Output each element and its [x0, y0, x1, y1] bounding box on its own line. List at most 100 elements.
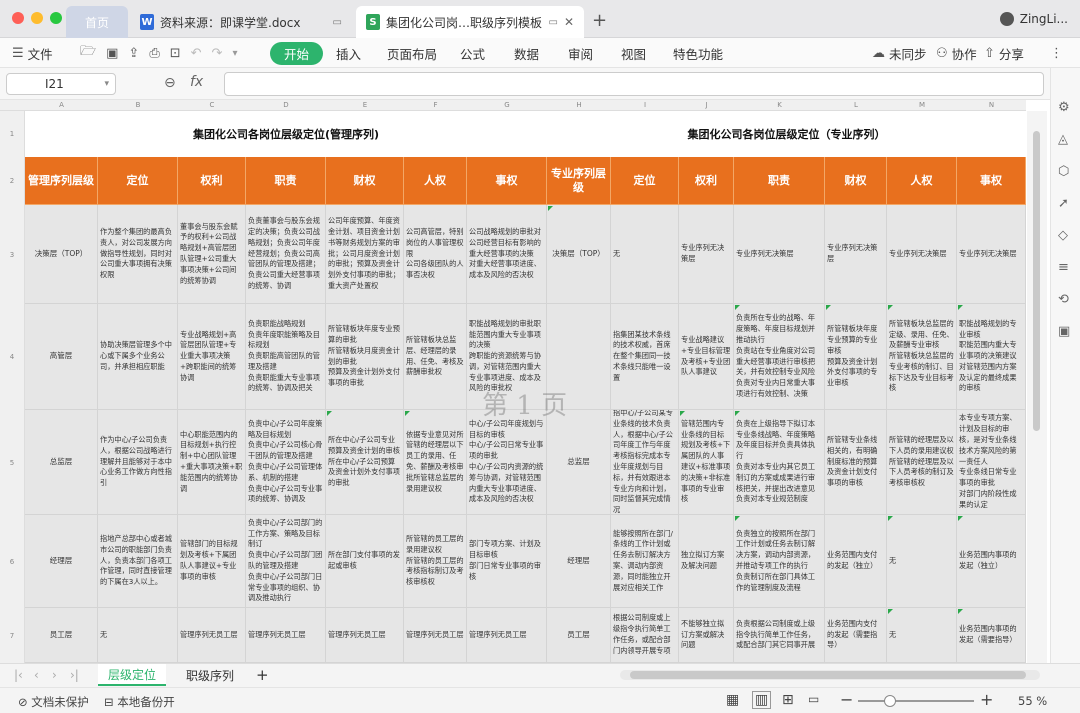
export-icon[interactable]: ⇪	[128, 46, 139, 61]
cube-icon[interactable]: ⬡	[1058, 164, 1069, 179]
table-cell[interactable]: 所管辖专业条线相关的，有明确制度标准的预算及资金计划支付事项的审核	[825, 410, 887, 515]
column-header[interactable]: E	[326, 100, 404, 111]
collab-button[interactable]: ⚇ 协作	[936, 38, 977, 68]
tab-review[interactable]: 审阅	[568, 38, 593, 68]
table-cell[interactable]: 管理序列无员工层	[467, 608, 547, 663]
table-cell[interactable]: 专业序列无决策层	[734, 205, 825, 304]
table-cell[interactable]: 管理序列无员工层	[246, 608, 326, 663]
page-view-icon[interactable]: ▥	[752, 691, 772, 709]
table-cell[interactable]: 公司战略规划的审批对公司经营目标有影响的重大经营事项的决策 对重大经营事项进度、…	[467, 205, 547, 304]
table-cell[interactable]: 负责董事会与股东会规定的决策；负责公司战略规划；负责公司年度经营规划；负责公司高…	[246, 205, 326, 304]
table-cell[interactable]: 指地产总部中心或者城市公司的职能部门负责人，负责本部门各项工作管理，同时直接管理…	[98, 515, 178, 608]
table-cell[interactable]: 员工层	[547, 608, 611, 663]
table-cell[interactable]: 专业序列无决策层	[679, 205, 734, 304]
row-header[interactable]: 5	[0, 410, 25, 515]
table-cell[interactable]: 业务范围内事项的发起（需要指导）	[957, 608, 1026, 663]
cursor-icon[interactable]: ➚	[1058, 196, 1069, 211]
table-cell[interactable]: 决策层（TOP）	[547, 205, 611, 304]
table-cell[interactable]: 作为整个集团的最高负责人，对公司发展方向做指导性规划，同时对公司重大事项拥有决策…	[98, 205, 178, 304]
column-header[interactable]: N	[957, 100, 1026, 111]
table-cell[interactable]: 不能够独立拟订方案或解决问题	[679, 608, 734, 663]
row-header[interactable]: 6	[0, 515, 25, 608]
table-cell[interactable]: 总监层	[547, 410, 611, 515]
table-header-cell[interactable]: 事权	[957, 157, 1026, 205]
sheet-tab-rank[interactable]: 职级序列	[176, 664, 244, 686]
table-header-cell[interactable]: 定位	[611, 157, 679, 205]
column-header[interactable]: D	[246, 100, 326, 111]
row-header[interactable]: 4	[0, 304, 25, 410]
undo-icon[interactable]: ↶	[191, 46, 202, 61]
layout-view-icon[interactable]: ⊞	[782, 692, 794, 708]
tab-formula[interactable]: 公式	[460, 38, 485, 68]
shape-icon[interactable]: ◇	[1058, 228, 1068, 243]
table-cell[interactable]: 业务范围内支付的发起（独立）	[825, 515, 887, 608]
table-cell[interactable]: 依据专业意见对所管辖的经理层以下员工的录用、任免、薪酬及考核审批所管辖总监层的录…	[404, 410, 467, 515]
table-cell[interactable]: 专业序列无决策层	[825, 205, 887, 304]
table-cell[interactable]: 所管辖板块年度专业预算的专业审核 预算及资金计划外支付事项的专业审核	[825, 304, 887, 410]
table-header-cell[interactable]: 权利	[178, 157, 246, 205]
table-cell[interactable]: 指中心/子公司某专业条线的技术负责人，根据中心/子公司年度工作与年度考核指标完成…	[611, 410, 679, 515]
table-header-cell[interactable]: 职责	[246, 157, 326, 205]
table-cell[interactable]: 董事会与股东会赋予的权利+公司战略规划+高管层团队管理+公司重大事项决策+公司间…	[178, 205, 246, 304]
tab-view[interactable]: 视图	[621, 38, 646, 68]
user-account[interactable]: ZingLi...	[999, 12, 1068, 26]
backup-status[interactable]: ⊟ 本地备份开	[104, 694, 175, 710]
table-cell[interactable]: 员工层	[25, 608, 98, 663]
sliders-icon[interactable]: ≡	[1058, 260, 1069, 275]
table-cell[interactable]: 业务范围内支付的发起（需要指导）	[825, 608, 887, 663]
maximize-window-button[interactable]	[50, 12, 62, 24]
table-cell[interactable]: 专业战略规划+高管层团队管理+专业重大事项决策+跨职能间的统筹协调	[178, 304, 246, 410]
table-cell[interactable]: 无	[887, 515, 957, 608]
tab-home[interactable]: 首页	[66, 6, 128, 38]
table-cell[interactable]: 管辖范围内专业条线的目标规划及考核+下属团队的人事建议+标准事项的决策+非标准事…	[679, 410, 734, 515]
table-cell[interactable]: 专业序列无决策层	[957, 205, 1026, 304]
sheet-tab-level[interactable]: 层级定位	[98, 664, 167, 686]
column-header[interactable]: I	[611, 100, 679, 111]
reading-view-icon[interactable]: ▭	[808, 692, 819, 706]
row-header[interactable]: 3	[0, 205, 25, 304]
table-cell[interactable]: 管辖部门的目标规划及考核+下属团队人事建议+专业事项的审核	[178, 515, 246, 608]
table-cell[interactable]: 无	[98, 608, 178, 663]
normal-view-icon[interactable]: ▦	[726, 692, 739, 708]
name-box[interactable]: I21 ▾	[6, 73, 116, 95]
column-header[interactable]: B	[98, 100, 178, 111]
column-header[interactable]: G	[467, 100, 547, 111]
table-cell[interactable]: 负责职能战略规划 负责年度职能策略及目标规划 负责职能高管团队的管理及搭建 负责…	[246, 304, 326, 410]
table-cell[interactable]: 无	[611, 205, 679, 304]
vertical-scroll-thumb[interactable]	[1033, 131, 1040, 431]
table-cell[interactable]: 负责所在专业的战略、年度策略、年度目标规划并推动执行 负责站在专业角度对公司重大…	[734, 304, 825, 410]
sync-status[interactable]: ☁ 未同步	[872, 38, 927, 68]
table-cell[interactable]: 公司年度预算、年度资金计划、项目资金计划书等财务规划方案的审批；公司月度资金计划…	[326, 205, 404, 304]
image-icon[interactable]: ▣	[1058, 324, 1070, 339]
table-cell[interactable]: 管理序列无员工层	[404, 608, 467, 663]
more-options-icon[interactable]: ⋮	[1050, 38, 1063, 68]
table-cell[interactable]: 管理序列无员工层	[326, 608, 404, 663]
table-cell[interactable]: 专业战略建议+专业目标管理及考核+专业团队人事建议	[679, 304, 734, 410]
table-header-cell[interactable]: 职责	[734, 157, 825, 205]
column-header[interactable]: M	[887, 100, 957, 111]
zoom-in-button[interactable]: +	[980, 690, 993, 709]
table-cell[interactable]: 公司高管层，特别岗位的人事管理权限 公司各级团队的人事否决权	[404, 205, 467, 304]
formula-input[interactable]	[224, 72, 1044, 96]
tab-features[interactable]: 特色功能	[673, 38, 723, 68]
table-header-cell[interactable]: 专业序列层级	[547, 157, 611, 205]
table-cell[interactable]: 所管辖板块总监层的定级、录用、任免、及薪酬专业审核 所管辖板块总监层的专业考核的…	[887, 304, 957, 410]
last-sheet-icon[interactable]: ›|	[60, 664, 89, 686]
table-cell[interactable]: 经理层	[547, 515, 611, 608]
row-header[interactable]: 7	[0, 608, 25, 663]
column-header[interactable]: L	[825, 100, 887, 111]
zoom-search-icon[interactable]: ⊖	[164, 75, 176, 91]
table-cell[interactable]: 协助决策层管理多个中心或下属多个业务公司，并承担相应职能	[98, 304, 178, 410]
table-header-cell[interactable]: 财权	[825, 157, 887, 205]
table-cell[interactable]: 无	[887, 608, 957, 663]
zoom-slider-handle[interactable]	[884, 695, 896, 707]
table-cell[interactable]: 总监层	[25, 410, 98, 515]
column-header[interactable]: A	[25, 100, 98, 111]
table-cell[interactable]: 业务范围内事项的发起（独立）	[957, 515, 1026, 608]
table-header-cell[interactable]: 人权	[404, 157, 467, 205]
table-cell[interactable]: 能够按照所在部门/条线的工作计划或任务去制订解决方案、调动内部资源，同时能独立开…	[611, 515, 679, 608]
table-cell[interactable]: 负责在上级指导下拟订本专业条线战略、年度策略及年度目标并负责具体执行 负责对本专…	[734, 410, 825, 515]
file-menu[interactable]: ☰ 文件	[12, 38, 53, 68]
table-cell[interactable]: 中心/子公司年度规划与目标的审核 中心/子公司日常专业事项的审批 中心/子公司内…	[467, 410, 547, 515]
table-header-cell[interactable]: 定位	[98, 157, 178, 205]
